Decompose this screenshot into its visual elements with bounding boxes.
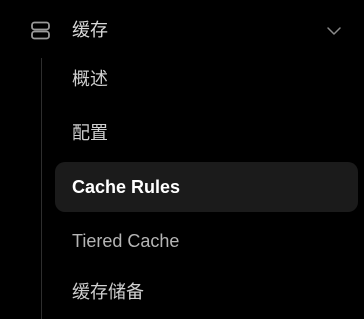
storage-stack-icon xyxy=(29,20,53,42)
nav-tree-line xyxy=(41,58,42,319)
sidebar-item-label: 配置 xyxy=(72,123,108,144)
sidebar-item-label: 缓存储备 xyxy=(72,282,144,303)
sidebar-item-cache-reserve[interactable]: 缓存储备 xyxy=(55,268,358,318)
sidebar-item-configuration[interactable]: 配置 xyxy=(55,109,358,159)
cache-group-toggle[interactable]: 缓存 xyxy=(0,0,364,62)
sidebar-item-overview[interactable]: 概述 xyxy=(55,55,358,105)
sidebar-item-label: Tiered Cache xyxy=(72,231,180,251)
sidebar-item-label: 概述 xyxy=(72,69,108,90)
sidebar-nav: 缓存 概述 配置 Cache Rules Tiered Cache 缓存储备 xyxy=(0,0,364,319)
sidebar-item-cache-rules[interactable]: Cache Rules xyxy=(55,162,358,212)
sidebar-item-label: Cache Rules xyxy=(72,177,181,197)
cache-group-label: 缓存 xyxy=(72,20,108,41)
sidebar-item-tiered-cache[interactable]: Tiered Cache xyxy=(55,216,358,266)
chevron-down-icon[interactable] xyxy=(326,24,342,36)
